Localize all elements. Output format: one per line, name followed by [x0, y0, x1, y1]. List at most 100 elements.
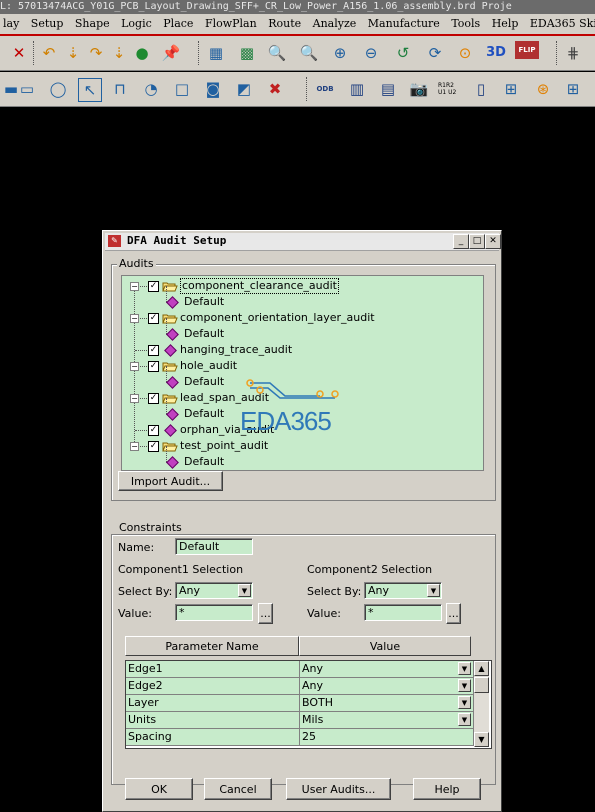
- column-header-value[interactable]: Value: [299, 636, 471, 656]
- select-icon[interactable]: ↖: [78, 78, 102, 102]
- audit-checkbox[interactable]: ✓: [148, 441, 159, 452]
- testpoint-icon[interactable]: ⊛: [532, 78, 554, 100]
- library-icon[interactable]: ▥: [346, 78, 368, 100]
- audit-checkbox[interactable]: ✓: [148, 281, 159, 292]
- menu-tools[interactable]: Tools: [451, 17, 480, 30]
- square-icon[interactable]: □: [171, 78, 193, 100]
- ok-button[interactable]: OK: [125, 778, 193, 800]
- parameter-value-cell[interactable]: BOTH ▼: [300, 695, 474, 712]
- down-arrow-icon[interactable]: ⇣: [108, 42, 130, 64]
- close-icon[interactable]: ✕: [8, 42, 30, 64]
- scroll-up-icon[interactable]: ▲: [474, 661, 489, 676]
- audit-tree-item[interactable]: − ✓ component_clearance_audit: [122, 278, 480, 294]
- parameter-value-cell[interactable]: Any ▼: [300, 661, 474, 678]
- chevron-down-icon[interactable]: ▼: [238, 584, 251, 597]
- ball-icon[interactable]: ●: [131, 42, 153, 64]
- close-button[interactable]: ✕: [485, 234, 501, 249]
- collapse-icon[interactable]: −: [130, 394, 139, 403]
- audit-tree-item[interactable]: − ✓ test_point_audit: [122, 438, 480, 454]
- audit-tree-subitem[interactable]: Default: [122, 318, 480, 342]
- scroll-down-icon[interactable]: ▼: [474, 732, 489, 747]
- slanted-rect-icon[interactable]: ◩: [233, 78, 255, 100]
- grid-icon[interactable]: ⋕: [562, 42, 584, 64]
- array-icon[interactable]: ⊞: [500, 78, 522, 100]
- menu-flowplan[interactable]: FlowPlan: [205, 17, 257, 30]
- audit-tree-subitem[interactable]: Default: [122, 446, 480, 470]
- pin-icon[interactable]: 📌: [160, 42, 182, 64]
- redraw-icon[interactable]: ⊙: [454, 42, 476, 64]
- component1-browse-button[interactable]: ...: [258, 603, 273, 624]
- undo-icon[interactable]: ↶: [38, 42, 60, 64]
- collapse-icon[interactable]: −: [130, 362, 139, 371]
- collapse-icon[interactable]: −: [130, 314, 139, 323]
- panel-icon[interactable]: ▤: [377, 78, 399, 100]
- audit-tree-item[interactable]: − ✓ hole_audit: [122, 358, 480, 374]
- menu-shape[interactable]: Shape: [75, 17, 110, 30]
- zoom-in-icon[interactable]: ⊕: [329, 42, 351, 64]
- chevron-down-icon[interactable]: ▼: [458, 679, 471, 692]
- component1-value-field[interactable]: *: [175, 604, 253, 621]
- column-header-parameter-name[interactable]: Parameter Name: [125, 636, 299, 656]
- zoom-previous-icon[interactable]: ↺: [392, 42, 414, 64]
- component1-select-by-dropdown[interactable]: Any ▼: [175, 582, 253, 599]
- name-field[interactable]: Default: [175, 538, 253, 555]
- round-square-icon[interactable]: ◙: [202, 78, 224, 100]
- shape-icon[interactable]: ⊓: [109, 78, 131, 100]
- document-icon[interactable]: ▯: [470, 78, 492, 100]
- menu-manufacture[interactable]: Manufacture: [368, 17, 440, 30]
- menu-help[interactable]: Help: [492, 17, 519, 30]
- audit-tree-subitem[interactable]: Default: [122, 286, 480, 310]
- component2-value-field[interactable]: *: [364, 604, 442, 621]
- 3d-icon[interactable]: 3D: [484, 42, 508, 64]
- grid-scrollbar[interactable]: ▲ ▼: [474, 661, 489, 747]
- chevron-down-icon[interactable]: ▼: [458, 696, 471, 709]
- audit-tree-item[interactable]: − ✓ component_orientation_layer_audit: [122, 310, 480, 326]
- grid-snap-icon[interactable]: ▩: [236, 42, 258, 64]
- audit-checkbox[interactable]: ✓: [148, 345, 159, 356]
- audit-tree[interactable]: − ✓ component_clearance_audit Default − ✓ comp…: [121, 275, 484, 471]
- menu-logic[interactable]: Logic: [121, 17, 152, 30]
- maximize-button[interactable]: □: [469, 234, 485, 249]
- arc-icon[interactable]: ◔: [140, 78, 162, 100]
- refresh-icon[interactable]: ⟳: [424, 42, 446, 64]
- help-button[interactable]: Help: [413, 778, 481, 800]
- component2-browse-button[interactable]: ...: [446, 603, 461, 624]
- dialog-title-bar[interactable]: ✎ DFA Audit Setup _ □ ✕: [105, 233, 501, 251]
- rectangle-icon[interactable]: ▭: [16, 78, 38, 100]
- menu-lay[interactable]: lay: [3, 17, 19, 30]
- import-audit-button[interactable]: Import Audit...: [118, 471, 223, 491]
- grid-view-icon[interactable]: ▦: [205, 42, 227, 64]
- audit-checkbox[interactable]: ✓: [148, 313, 159, 324]
- audit-checkbox[interactable]: ✓: [148, 425, 159, 436]
- parameter-value-cell[interactable]: 25: [300, 729, 474, 746]
- audit-checkbox[interactable]: ✓: [148, 393, 159, 404]
- audit-checkbox[interactable]: ✓: [148, 361, 159, 372]
- minimize-button[interactable]: _: [453, 234, 469, 249]
- odb-icon[interactable]: ODB: [314, 78, 336, 100]
- zoom-fit-icon[interactable]: 🔍: [266, 42, 288, 64]
- redo-icon[interactable]: ↷: [85, 42, 107, 64]
- menu-place[interactable]: Place: [163, 17, 193, 30]
- refdes-icon[interactable]: R1R2 U1 U2: [438, 78, 460, 100]
- parameter-value-cell[interactable]: Any ▼: [300, 678, 474, 695]
- scroll-thumb[interactable]: [474, 677, 489, 693]
- cancel-button[interactable]: Cancel: [204, 778, 272, 800]
- zoom-out-icon[interactable]: ⊖: [360, 42, 382, 64]
- component2-select-by-dropdown[interactable]: Any ▼: [364, 582, 442, 599]
- delete-shape-icon[interactable]: ✖: [264, 78, 286, 100]
- menu-eda365-skill[interactable]: EDA365 Skill V2: [530, 17, 595, 30]
- menu-route[interactable]: Route: [268, 17, 301, 30]
- grid-array-icon[interactable]: ⊞: [562, 78, 584, 100]
- menu-setup[interactable]: Setup: [31, 17, 64, 30]
- camera-icon[interactable]: 📷: [408, 78, 430, 100]
- chevron-down-icon[interactable]: ▼: [427, 584, 440, 597]
- circle-icon[interactable]: ◯: [47, 78, 69, 100]
- audit-tree-item[interactable]: ✓ hanging_trace_audit: [122, 342, 480, 358]
- menu-analyze[interactable]: Analyze: [313, 17, 357, 30]
- down-arrow-icon[interactable]: ⇣: [62, 42, 84, 64]
- zoom-window-icon[interactable]: 🔍: [298, 42, 320, 64]
- flip-icon[interactable]: FLIP: [515, 41, 539, 59]
- user-audits-button[interactable]: User Audits...: [286, 778, 391, 800]
- parameter-value-cell[interactable]: Mils ▼: [300, 712, 474, 729]
- collapse-icon[interactable]: −: [130, 282, 139, 291]
